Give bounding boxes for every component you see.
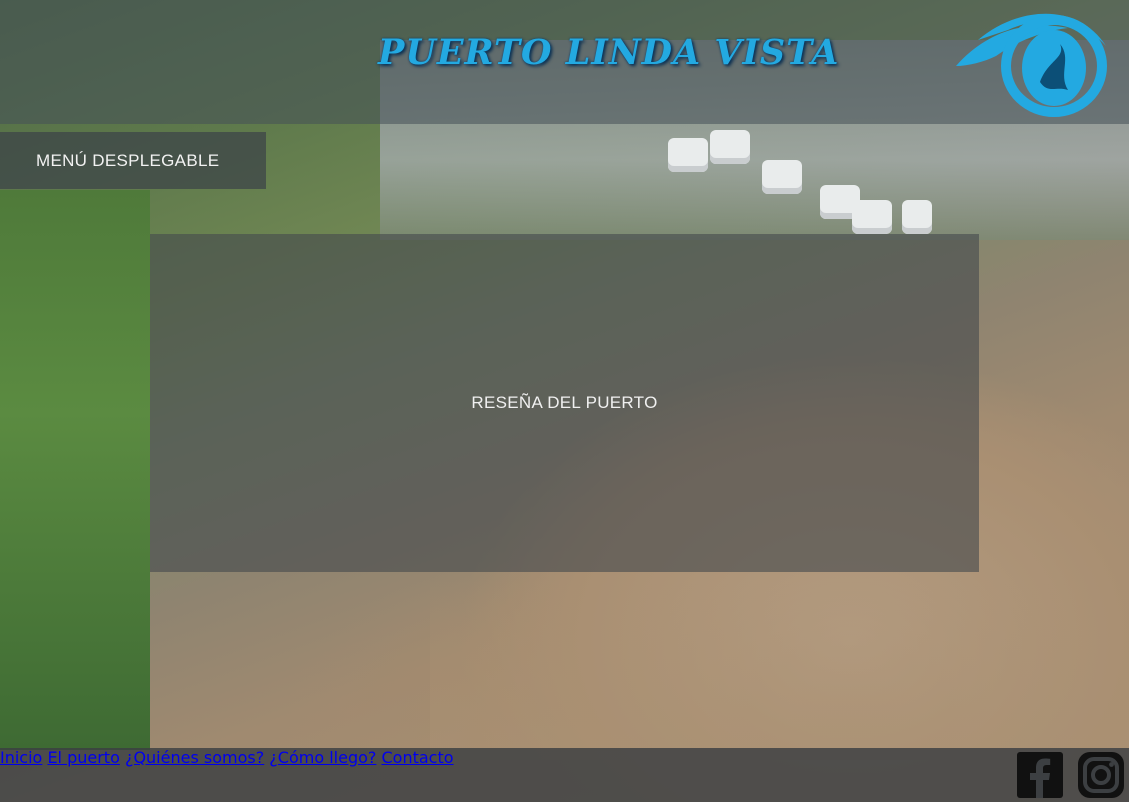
background-tank <box>852 200 892 234</box>
dropdown-menu-button[interactable]: MENÚ DESPLEGABLE <box>0 132 266 189</box>
nav-link-inicio[interactable]: Inicio <box>0 748 42 767</box>
instagram-icon[interactable] <box>1078 752 1124 798</box>
background-tank <box>762 160 802 194</box>
panel-heading: RESEÑA DEL PUERTO <box>471 393 658 412</box>
site-title[interactable]: PUERTO LINDA VISTA <box>378 32 839 73</box>
nav-link-contacto[interactable]: Contacto <box>381 748 453 767</box>
footer-bar: Inicio El puerto ¿Quiénes somos? ¿Cómo l… <box>0 748 1129 802</box>
nav-link-como-llego[interactable]: ¿Cómo llego? <box>269 748 376 767</box>
background-field <box>0 190 150 750</box>
nav-link-quienes-somos[interactable]: ¿Quiénes somos? <box>125 748 264 767</box>
port-overview-panel: RESEÑA DEL PUERTO <box>150 234 979 572</box>
background-tank <box>710 130 750 164</box>
header-bar: PUERTO LINDA VISTA <box>0 0 1129 124</box>
background-tank <box>902 200 932 234</box>
eye-wave-logo-icon[interactable] <box>948 0 1110 118</box>
menu-label: MENÚ DESPLEGABLE <box>36 150 220 170</box>
nav-link-el-puerto[interactable]: El puerto <box>47 748 119 767</box>
background-tank <box>668 138 708 172</box>
facebook-icon[interactable] <box>1017 752 1063 798</box>
background-river <box>430 580 1129 760</box>
